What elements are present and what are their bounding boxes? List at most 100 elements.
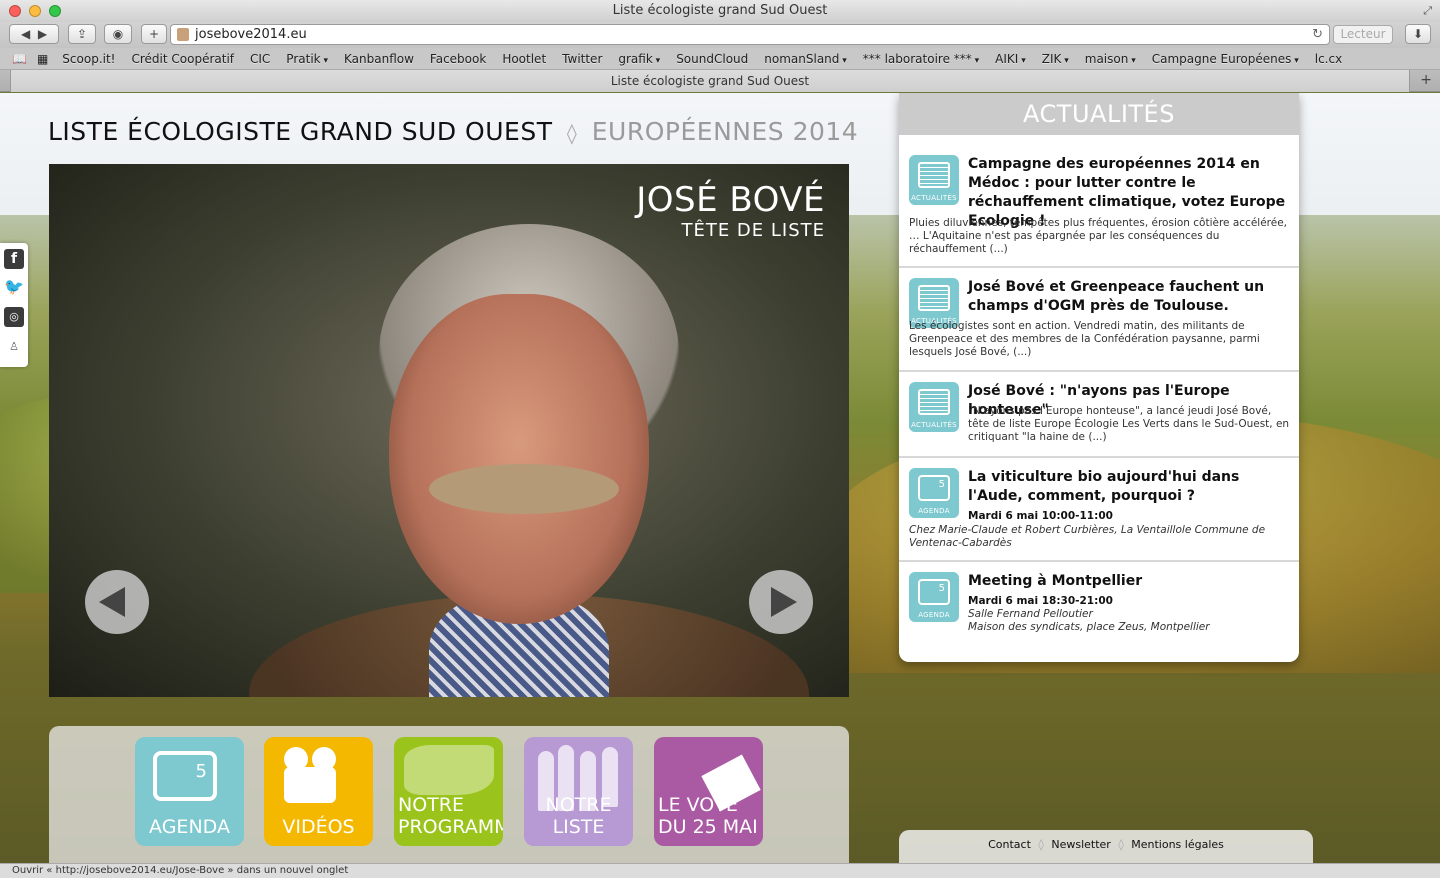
- status-text: Ouvrir « http://josebove2014.eu/Jose-Bov…: [12, 865, 349, 876]
- agenda-item-place: Salle Fernand Pelloutier: [968, 608, 1093, 620]
- tile-vote[interactable]: LE VOTE DU 25 MAI: [654, 737, 763, 846]
- page-title: LISTE ÉCOLOGISTE GRAND SUD OUEST ◊ EUROP…: [48, 117, 858, 146]
- tile-liste-label: NOTRE LISTE: [545, 794, 612, 838]
- agenda-item-icon: AGENDA: [909, 468, 959, 518]
- minimize-window-button[interactable]: [29, 5, 41, 17]
- bookmark-soundcloud[interactable]: SoundCloud: [676, 52, 748, 66]
- tile-vote-label-2: DU 25 MAI: [658, 816, 758, 838]
- tile-videos[interactable]: VIDÉOS: [264, 737, 373, 846]
- hero-slider: JOSÉ BOVÉ TÊTE DE LISTE: [49, 164, 849, 697]
- bookmark-twitter[interactable]: Twitter: [562, 52, 602, 66]
- agenda-item-title[interactable]: Meeting à Montpellier: [968, 572, 1288, 591]
- tab-strip: Liste écologiste grand Sud Ouest +: [0, 70, 1440, 92]
- news-item-icon: ACTUALITÉS: [909, 155, 959, 205]
- bookmark-scoopit[interactable]: Scoop.it!: [62, 52, 115, 66]
- instagram-icon[interactable]: ◎: [4, 307, 24, 327]
- add-tab-icon[interactable]: +: [1420, 72, 1432, 88]
- close-window-button[interactable]: [9, 5, 21, 17]
- reading-list-icon: ◉: [112, 27, 124, 41]
- share-icon: ⇪: [76, 27, 88, 41]
- arrow-left-icon: [99, 587, 125, 617]
- address-bar[interactable]: josebove2014.eu ↻: [170, 24, 1330, 45]
- tile-programme-label-1: NOTRE: [398, 794, 464, 816]
- agenda-item[interactable]: AGENDA La viticulture bio aujourd'hui da…: [899, 458, 1299, 562]
- bookmark-folder-zik[interactable]: ZIK: [1042, 52, 1069, 66]
- news-item[interactable]: ACTUALITÉS José Bové : "n'ayons pas l'Eu…: [899, 372, 1299, 458]
- reading-list-button[interactable]: ◉: [104, 24, 132, 44]
- back-icon[interactable]: ◀: [21, 27, 30, 41]
- news-item-title[interactable]: José Bové et Greenpeace fauchent un cham…: [968, 278, 1288, 316]
- agenda-item[interactable]: AGENDA Meeting à Montpellier Mardi 6 mai…: [899, 562, 1299, 662]
- video-camera-icon: [284, 767, 336, 803]
- hero-caption: JOSÉ BOVÉ TÊTE DE LISTE: [636, 180, 825, 241]
- news-icon-caption: ACTUALITÉS: [911, 194, 957, 202]
- slider-next-button[interactable]: [749, 570, 813, 634]
- europe-ecologie-logo-icon[interactable]: ♙: [4, 337, 24, 357]
- europe-map-icon: [404, 745, 494, 795]
- reader-button[interactable]: Lecteur: [1333, 25, 1393, 44]
- news-item[interactable]: ACTUALITÉS José Bové et Greenpeace fauch…: [899, 268, 1299, 372]
- bookmarks-book-icon[interactable]: 📖: [12, 52, 27, 66]
- slider-prev-button[interactable]: [85, 570, 149, 634]
- newspaper-icon: [918, 162, 950, 188]
- tile-agenda[interactable]: AGENDA: [135, 737, 244, 846]
- tile-programme[interactable]: NOTRE PROGRAMME: [394, 737, 503, 846]
- footer-contact-link[interactable]: Contact: [988, 838, 1031, 851]
- agenda-icon-caption: AGENDA: [918, 611, 950, 619]
- news-item-excerpt: Les écologistes sont en action. Vendredi…: [909, 320, 1260, 358]
- portrait-face: [389, 294, 649, 624]
- top-sites-grid-icon[interactable]: ▦: [37, 52, 48, 66]
- bookmark-hootlet[interactable]: Hootlet: [502, 52, 546, 66]
- back-forward-buttons: ◀ ▶: [9, 24, 59, 44]
- newspaper-icon: [918, 285, 950, 311]
- tile-agenda-label: AGENDA: [149, 816, 230, 838]
- bookmark-folder-laboratoire[interactable]: *** laboratoire ***: [863, 52, 979, 66]
- news-item[interactable]: ACTUALITÉS Campagne des européennes 2014…: [899, 135, 1299, 268]
- tile-programme-label-2: PROGRAMME: [398, 816, 503, 838]
- bookmark-cic[interactable]: CIC: [250, 52, 270, 66]
- agenda-item-place: Maison des syndicats, place Zeus, Montpe…: [968, 621, 1210, 633]
- bookmark-folder-grafik[interactable]: grafik: [618, 52, 660, 66]
- share-button[interactable]: ⇪: [68, 24, 96, 44]
- bookmark-folder-pratik[interactable]: Pratik: [286, 52, 328, 66]
- tile-liste[interactable]: NOTRE LISTE: [524, 737, 633, 846]
- zoom-window-button[interactable]: [49, 5, 61, 17]
- twitter-icon[interactable]: 🐦: [4, 277, 24, 297]
- bookmark-folder-campagne[interactable]: Campagne Européenes: [1152, 52, 1299, 66]
- bookmark-lccx[interactable]: lc.cx: [1315, 52, 1342, 66]
- site-favicon-icon: [177, 28, 189, 41]
- portrait-moustache: [429, 464, 619, 514]
- bookmark-folder-aiki[interactable]: AIKI: [995, 52, 1026, 66]
- agenda-icon-caption: AGENDA: [918, 507, 950, 515]
- forward-icon[interactable]: ▶: [38, 27, 47, 41]
- news-icon-caption: ACTUALITÉS: [911, 421, 957, 429]
- agenda-item-date: Mardi 6 mai 10:00-11:00: [968, 510, 1113, 522]
- downloads-button[interactable]: ⬇: [1405, 24, 1431, 44]
- bookmark-kanbanflow[interactable]: Kanbanflow: [344, 52, 414, 66]
- footer-separator: ◊: [1118, 838, 1124, 851]
- tile-videos-label: VIDÉOS: [282, 816, 355, 838]
- footer-newsletter-link[interactable]: Newsletter: [1051, 838, 1110, 851]
- bookmark-facebook[interactable]: Facebook: [430, 52, 486, 66]
- news-item-excerpt: Pluies diluviennes, tempêtes plus fréque…: [909, 217, 1288, 255]
- footer-mentions-link[interactable]: Mentions légales: [1131, 838, 1224, 851]
- bookmark-folder-nomansland[interactable]: nomanSland: [764, 52, 847, 66]
- news-panel: ACTUALITÉS ACTUALITÉS Campagne des europ…: [899, 93, 1299, 662]
- plus-icon: +: [148, 27, 160, 41]
- new-tab-button[interactable]: +: [141, 24, 167, 44]
- facebook-icon[interactable]: f: [4, 249, 24, 269]
- page-title-separator: ◊: [566, 121, 578, 145]
- reload-icon[interactable]: ↻: [1312, 25, 1323, 44]
- footer-links: Contact ◊ Newsletter ◊ Mentions légales: [899, 830, 1313, 863]
- bookmarks-bar: 📖 ▦ Scoop.it! Crédit Coopératif CIC Prat…: [0, 48, 1440, 70]
- agenda-item-title[interactable]: La viticulture bio aujourd'hui dans l'Au…: [968, 468, 1288, 506]
- bookmark-folder-maison[interactable]: maison: [1085, 52, 1136, 66]
- nav-tiles: AGENDA VIDÉOS NOTRE PROGRAMME NOTRE LIST…: [49, 726, 849, 863]
- fullscreen-icon[interactable]: ⤢: [1423, 4, 1432, 18]
- tab-active[interactable]: Liste écologiste grand Sud Ouest: [10, 70, 1410, 92]
- status-bar: Ouvrir « http://josebove2014.eu/Jose-Bov…: [0, 863, 1440, 878]
- web-page: LISTE ÉCOLOGISTE GRAND SUD OUEST ◊ EUROP…: [0, 93, 1440, 863]
- hero-name: JOSÉ BOVÉ: [636, 180, 825, 220]
- bookmark-credit-cooperatif[interactable]: Crédit Coopératif: [131, 52, 234, 66]
- news-item-excerpt: "N'ayons pas l'Europe honteuse", a lancé…: [968, 405, 1290, 443]
